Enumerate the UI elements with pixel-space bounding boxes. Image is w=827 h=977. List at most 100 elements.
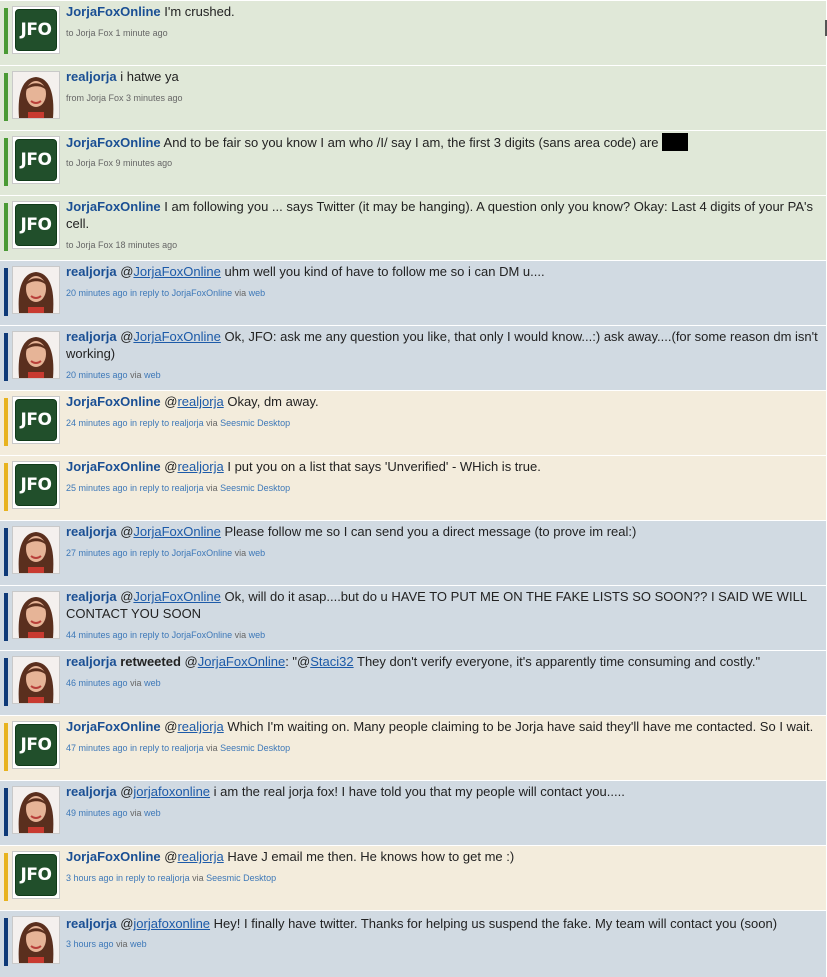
tweet-username[interactable]: realjorja (66, 329, 117, 344)
tweet-mention[interactable]: JorjaFoxOnline (133, 329, 220, 344)
avatar[interactable]: JFO (12, 396, 60, 444)
tweet-username[interactable]: JorjaFoxOnline (66, 459, 161, 474)
tweet-username[interactable]: JorjaFoxOnline (66, 719, 161, 734)
tweet-item: realjorja @JorjaFoxOnline Ok, will do it… (0, 585, 826, 650)
mention-at: @ (120, 329, 134, 344)
avatar[interactable]: JFO (12, 721, 60, 769)
tweet-username[interactable]: realjorja (66, 524, 117, 539)
source-link[interactable]: web (130, 939, 147, 949)
avatar[interactable] (12, 331, 60, 379)
tweet-text: Which I'm waiting on. Many people claimi… (227, 719, 814, 734)
avatar[interactable]: JFO (12, 136, 60, 184)
avatar-photo-icon (13, 657, 59, 703)
tweet-text: I put you on a list that says 'Unverifie… (227, 459, 541, 474)
via-label: via (130, 678, 142, 688)
avatar-label: JFO (20, 735, 52, 755)
avatar[interactable]: JFO (12, 461, 60, 509)
mention-at: @ (120, 264, 134, 279)
tweet-time[interactable]: 49 minutes ago (66, 808, 128, 818)
tweet-time[interactable]: 25 minutes ago (66, 483, 128, 493)
tweet-time[interactable]: 20 minutes ago (66, 370, 128, 380)
source-link[interactable]: Seesmic Desktop (220, 483, 290, 493)
via-label: via (192, 873, 204, 883)
tweet-item: JFO JorjaFoxOnline @realjorja Okay, dm a… (0, 390, 826, 455)
avatar[interactable] (12, 71, 60, 119)
source-link[interactable]: web (144, 678, 161, 688)
avatar[interactable]: JFO (12, 6, 60, 54)
tweet-mention[interactable]: realjorja (177, 459, 223, 474)
tweet-item: JFO JorjaFoxOnline I am following you ..… (0, 195, 826, 260)
avatar[interactable] (12, 526, 60, 574)
tweet-time: 1 minute ago (115, 28, 168, 38)
tweet-color-bar (4, 138, 8, 186)
retweet-mention[interactable]: Staci32 (310, 654, 353, 669)
via-label: via (130, 808, 142, 818)
tweet-time[interactable]: 3 hours ago (66, 873, 114, 883)
tweet-username[interactable]: realjorja (66, 69, 117, 84)
avatar-label: JFO (20, 215, 52, 235)
source-link[interactable]: web (249, 288, 266, 298)
avatar[interactable] (12, 786, 60, 834)
tweet-item: JFO JorjaFoxOnline @realjorja Which I'm … (0, 715, 826, 780)
tweet-item: JFO JorjaFoxOnline I'm crushed. to Jorja… (0, 0, 826, 65)
tweet-mention[interactable]: realjorja (177, 719, 223, 734)
tweet-mention[interactable]: realjorja (177, 849, 223, 864)
tweet-username[interactable]: JorjaFoxOnline (66, 849, 161, 864)
tweet-mention[interactable]: JorjaFoxOnline (198, 654, 285, 669)
source-link[interactable]: web (249, 548, 266, 558)
tweet-username[interactable]: JorjaFoxOnline (66, 199, 161, 214)
source-link[interactable]: web (144, 808, 161, 818)
tweet-time[interactable]: 44 minutes ago (66, 630, 128, 640)
avatar-label: JFO (20, 410, 52, 430)
source-link[interactable]: Seesmic Desktop (220, 418, 290, 428)
tweet-username[interactable]: realjorja (66, 916, 117, 931)
tweet-mention[interactable]: jorjafoxonline (133, 916, 210, 931)
avatar[interactable] (12, 591, 60, 639)
in-reply-to-link[interactable]: in reply to realjorja (130, 418, 204, 428)
tweet-username[interactable]: realjorja (66, 654, 117, 669)
source-link[interactable]: Seesmic Desktop (220, 743, 290, 753)
tweet-direction: to Jorja Fox (66, 158, 114, 168)
tweet-username[interactable]: realjorja (66, 264, 117, 279)
tweet-time[interactable]: 47 minutes ago (66, 743, 128, 753)
tweet-color-bar (4, 203, 8, 251)
tweet-time[interactable]: 24 minutes ago (66, 418, 128, 428)
in-reply-to-link[interactable]: in reply to JorjaFoxOnline (130, 288, 232, 298)
tweet-username[interactable]: JorjaFoxOnline (66, 4, 161, 19)
avatar-photo-icon (13, 332, 59, 378)
avatar[interactable]: JFO (12, 851, 60, 899)
tweet-mention[interactable]: JorjaFoxOnline (133, 264, 220, 279)
avatar[interactable] (12, 656, 60, 704)
avatar[interactable]: JFO (12, 201, 60, 249)
tweet-color-bar (4, 8, 8, 54)
source-link[interactable]: web (249, 630, 266, 640)
source-link[interactable]: web (144, 370, 161, 380)
tweet-color-bar (4, 398, 8, 446)
tweet-mention[interactable]: jorjafoxonline (133, 784, 210, 799)
avatar-label: JFO (20, 20, 52, 40)
in-reply-to-link[interactable]: in reply to realjorja (130, 743, 204, 753)
tweet-username[interactable]: realjorja (66, 784, 117, 799)
avatar[interactable] (12, 916, 60, 964)
tweet-time: 9 minutes ago (115, 158, 173, 168)
in-reply-to-link[interactable]: in reply to realjorja (130, 483, 204, 493)
mention-at: @ (120, 589, 134, 604)
tweet-username[interactable]: JorjaFoxOnline (66, 135, 161, 150)
in-reply-to-link[interactable]: in reply to JorjaFoxOnline (130, 630, 232, 640)
tweet-mention[interactable]: JorjaFoxOnline (133, 524, 220, 539)
tweet-mention[interactable]: realjorja (177, 394, 223, 409)
source-link[interactable]: Seesmic Desktop (206, 873, 276, 883)
avatar[interactable] (12, 266, 60, 314)
in-reply-to-link[interactable]: in reply to JorjaFoxOnline (130, 548, 232, 558)
tweet-username[interactable]: realjorja (66, 589, 117, 604)
tweet-username[interactable]: JorjaFoxOnline (66, 394, 161, 409)
tweet-time[interactable]: 46 minutes ago (66, 678, 128, 688)
mention-at: @ (164, 394, 178, 409)
tweet-mention[interactable]: JorjaFoxOnline (133, 589, 220, 604)
in-reply-to-link[interactable]: in reply to realjorja (116, 873, 190, 883)
avatar-label: JFO (20, 475, 52, 495)
tweet-time[interactable]: 3 hours ago (66, 939, 114, 949)
tweet-time[interactable]: 27 minutes ago (66, 548, 128, 558)
tweet-time[interactable]: 20 minutes ago (66, 288, 128, 298)
mention-at: @ (120, 524, 134, 539)
